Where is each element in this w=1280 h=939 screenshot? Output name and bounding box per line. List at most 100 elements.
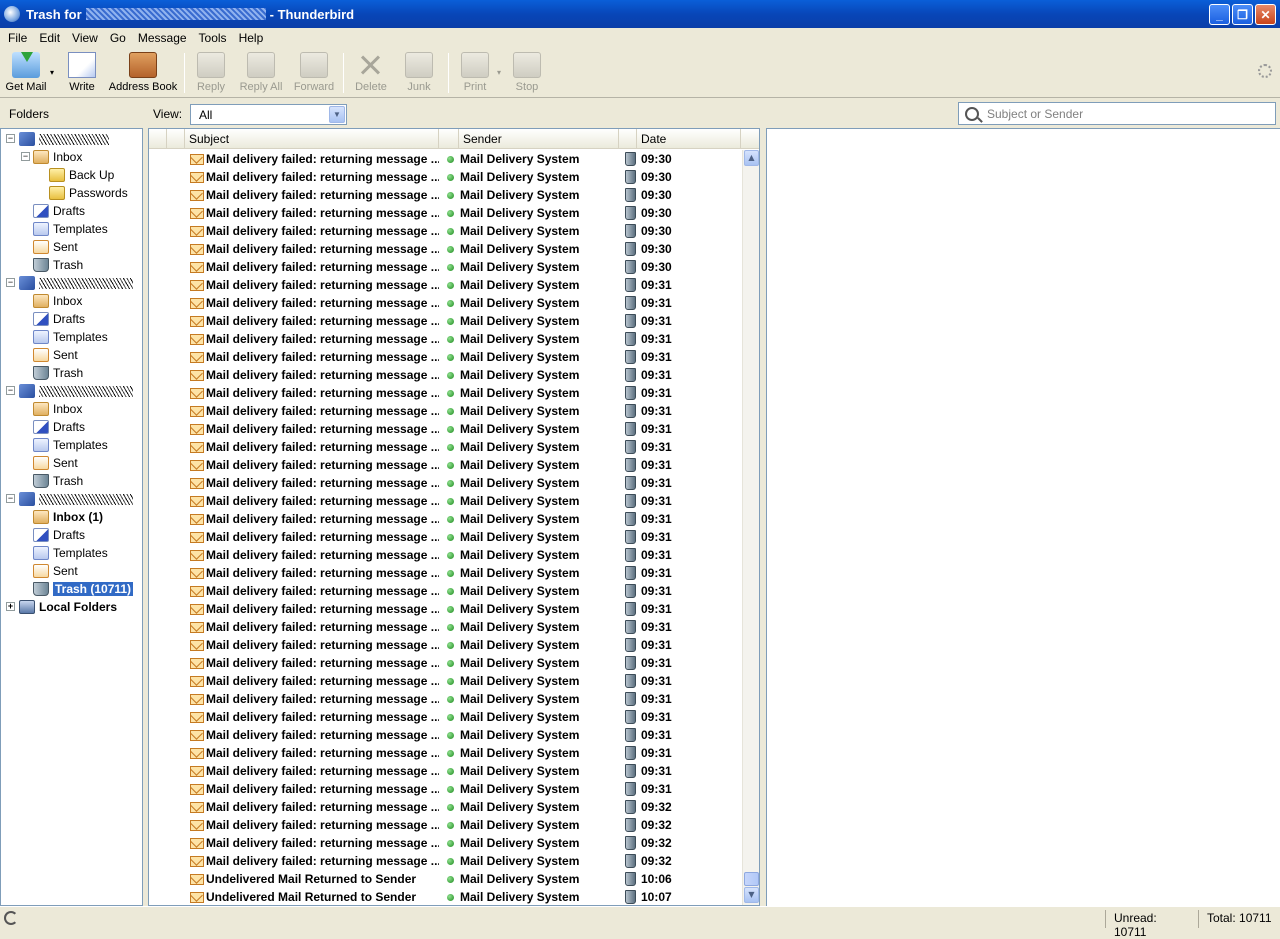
junk-status-icon[interactable]	[625, 674, 636, 688]
scroll-thumb[interactable]	[744, 872, 759, 886]
message-row[interactable]: Mail delivery failed: returning message …	[149, 708, 741, 726]
junk-column-icon[interactable]	[619, 129, 637, 149]
scroll-up-button[interactable]: ▲	[744, 150, 759, 166]
folder-item-sent[interactable]: Sent	[33, 454, 78, 472]
junk-status-icon[interactable]	[625, 530, 636, 544]
junk-status-icon[interactable]	[625, 638, 636, 652]
message-row[interactable]: Mail delivery failed: returning message …	[149, 312, 741, 330]
folder-item-local[interactable]: + Local Folders	[6, 598, 117, 616]
message-row[interactable]: Mail delivery failed: returning message …	[149, 528, 741, 546]
junk-status-icon[interactable]	[625, 458, 636, 472]
collapse-icon[interactable]: −	[21, 152, 30, 161]
read-status-dot-icon[interactable]	[447, 192, 454, 199]
junk-status-icon[interactable]	[625, 206, 636, 220]
read-status-dot-icon[interactable]	[447, 246, 454, 253]
menu-tools[interactable]: Tools	[193, 31, 233, 45]
restore-button[interactable]: ❐	[1232, 4, 1253, 25]
junk-status-icon[interactable]	[625, 314, 636, 328]
message-row[interactable]: Mail delivery failed: returning message …	[149, 852, 741, 870]
message-row[interactable]: Mail delivery failed: returning message …	[149, 618, 741, 636]
folder-item-templates[interactable]: Templates	[33, 544, 108, 562]
junk-status-icon[interactable]	[625, 728, 636, 742]
menu-view[interactable]: View	[66, 31, 104, 45]
junk-button[interactable]: Junk	[394, 48, 444, 96]
message-row[interactable]: Mail delivery failed: returning message …	[149, 510, 741, 528]
account-row[interactable]: −	[6, 490, 133, 508]
read-status-dot-icon[interactable]	[447, 876, 454, 883]
menu-file[interactable]: File	[2, 31, 33, 45]
expand-icon[interactable]: +	[6, 602, 15, 611]
folder-item-templates[interactable]: Templates	[33, 328, 108, 346]
junk-status-icon[interactable]	[625, 368, 636, 382]
folder-item-trash[interactable]: Trash	[33, 256, 83, 274]
junk-status-icon[interactable]	[625, 872, 636, 886]
message-row[interactable]: Undelivered Mail Returned to Sender Mail …	[149, 888, 741, 905]
junk-status-icon[interactable]	[625, 566, 636, 580]
menu-help[interactable]: Help	[233, 31, 270, 45]
message-row[interactable]: Mail delivery failed: returning message …	[149, 330, 741, 348]
read-status-dot-icon[interactable]	[447, 174, 454, 181]
junk-status-icon[interactable]	[625, 260, 636, 274]
folder-item-trash[interactable]: Trash	[33, 364, 83, 382]
reply-button[interactable]: Reply	[189, 48, 233, 96]
read-status-dot-icon[interactable]	[447, 660, 454, 667]
write-button[interactable]: Write	[58, 48, 106, 96]
message-row[interactable]: Mail delivery failed: returning message …	[149, 294, 741, 312]
folder-item-inbox[interactable]: − Inbox	[21, 148, 82, 166]
message-row[interactable]: Mail delivery failed: returning message …	[149, 492, 741, 510]
folder-item-inbox[interactable]: Inbox	[33, 292, 82, 310]
message-row[interactable]: Mail delivery failed: returning message …	[149, 600, 741, 618]
junk-status-icon[interactable]	[625, 350, 636, 364]
message-row[interactable]: Mail delivery failed: returning message …	[149, 420, 741, 438]
junk-status-icon[interactable]	[625, 440, 636, 454]
message-row[interactable]: Mail delivery failed: returning message …	[149, 222, 741, 240]
junk-status-icon[interactable]	[625, 170, 636, 184]
read-status-dot-icon[interactable]	[447, 390, 454, 397]
read-status-dot-icon[interactable]	[447, 372, 454, 379]
date-column-header[interactable]: Date	[637, 129, 741, 149]
junk-status-icon[interactable]	[625, 188, 636, 202]
message-row[interactable]: Mail delivery failed: returning message …	[149, 240, 741, 258]
delete-button[interactable]: Delete	[348, 48, 394, 96]
junk-status-icon[interactable]	[625, 710, 636, 724]
get-mail-button[interactable]: Get Mail	[2, 48, 50, 96]
folder-item-inbox[interactable]: Inbox (1)	[33, 508, 103, 526]
quick-search-field[interactable]: Subject or Sender	[958, 102, 1276, 125]
read-status-dot-icon[interactable]	[447, 534, 454, 541]
folder-item-drafts[interactable]: Drafts	[33, 202, 85, 220]
read-status-dot-icon[interactable]	[447, 804, 454, 811]
forward-button[interactable]: Forward	[289, 48, 339, 96]
message-row[interactable]: Mail delivery failed: returning message …	[149, 474, 741, 492]
message-row[interactable]: Mail delivery failed: returning message …	[149, 348, 741, 366]
read-status-dot-icon[interactable]	[447, 696, 454, 703]
attachment-column-icon[interactable]	[167, 129, 185, 149]
read-status-dot-icon[interactable]	[447, 822, 454, 829]
read-status-dot-icon[interactable]	[447, 768, 454, 775]
junk-status-icon[interactable]	[625, 602, 636, 616]
junk-status-icon[interactable]	[625, 800, 636, 814]
message-row[interactable]: Mail delivery failed: returning message …	[149, 636, 741, 654]
menu-edit[interactable]: Edit	[33, 31, 66, 45]
account-row[interactable]: −	[6, 382, 133, 400]
message-row[interactable]: Mail delivery failed: returning message …	[149, 816, 741, 834]
folder-item-trash[interactable]: Trash (10711)	[33, 580, 135, 598]
folder-item-templates[interactable]: Templates	[33, 436, 108, 454]
read-status-dot-icon[interactable]	[447, 732, 454, 739]
read-status-dot-icon[interactable]	[447, 408, 454, 415]
message-row[interactable]: Mail delivery failed: returning message …	[149, 672, 741, 690]
chevron-down-icon[interactable]: ▼	[329, 106, 345, 123]
junk-status-icon[interactable]	[625, 890, 636, 904]
read-status-dot-icon[interactable]	[447, 552, 454, 559]
thread-column-icon[interactable]	[149, 129, 167, 149]
collapse-icon[interactable]: −	[6, 386, 15, 395]
read-status-dot-icon[interactable]	[447, 444, 454, 451]
message-row[interactable]: Mail delivery failed: returning message …	[149, 834, 741, 852]
subject-column-header[interactable]: Subject	[185, 129, 439, 149]
collapse-icon[interactable]: −	[6, 278, 15, 287]
account-row[interactable]: −	[6, 130, 109, 148]
junk-status-icon[interactable]	[625, 656, 636, 670]
folder-item-inbox[interactable]: Inbox	[33, 400, 82, 418]
message-row[interactable]: Mail delivery failed: returning message …	[149, 384, 741, 402]
read-status-dot-icon[interactable]	[447, 210, 454, 217]
message-row[interactable]: Mail delivery failed: returning message …	[149, 546, 741, 564]
